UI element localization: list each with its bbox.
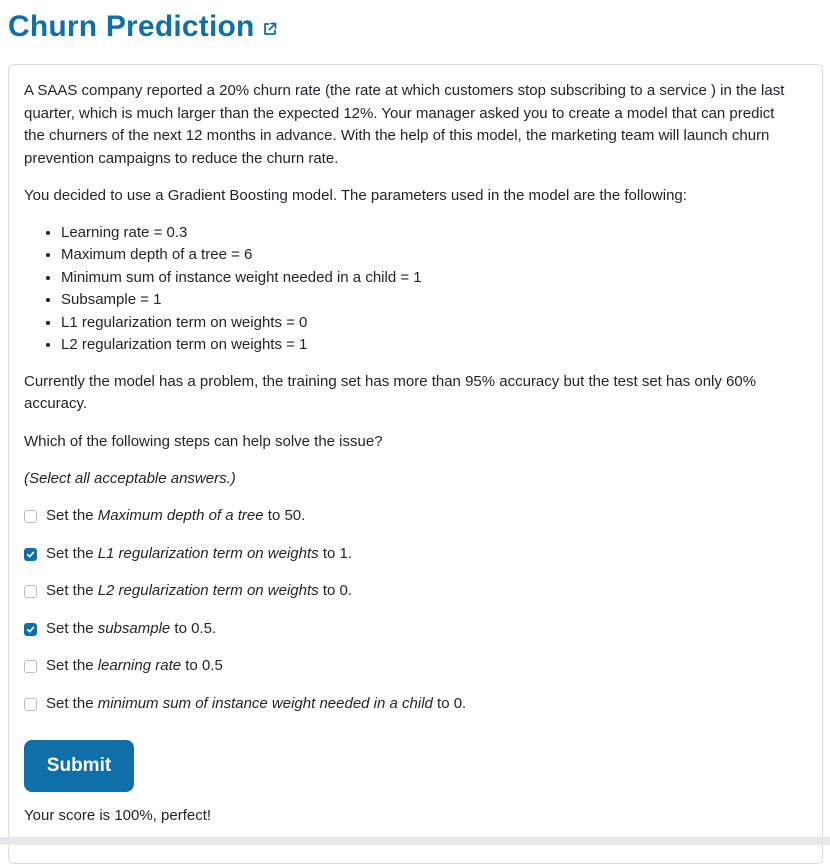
checkbox[interactable] — [24, 660, 37, 673]
model-description: You decided to use a Gradient Boosting m… — [24, 187, 687, 204]
checkbox-checked[interactable] — [24, 547, 37, 561]
checkbox[interactable] — [24, 510, 37, 523]
option-label: Set the subsample to 0.5. — [46, 619, 217, 637]
select-instruction: (Select all acceptable answers.) — [24, 470, 236, 487]
option-label: Set the learning rate to 0.5 — [46, 657, 223, 675]
option-label: Set the Maximum depth of a tree to 50. — [46, 507, 306, 525]
param-item: Learning rate = 0.3 — [61, 222, 794, 245]
score-message: Your score is 100%, perfect! — [24, 807, 212, 824]
page-header: Churn Prediction — [8, 10, 278, 44]
answer-option[interactable]: Set the subsample to 0.5. — [24, 618, 794, 640]
checkbox[interactable] — [24, 697, 37, 711]
param-item: L1 regularization term on weights = 0 — [61, 312, 794, 335]
checkbox[interactable] — [24, 585, 37, 598]
checkmark-icon — [26, 626, 35, 632]
param-item: Maximum depth of a tree = 6 — [61, 244, 794, 267]
answer-option[interactable]: Set the Maximum depth of a tree to 50. — [24, 506, 794, 528]
external-link-icon[interactable] — [262, 21, 278, 37]
answer-option[interactable]: Set the minimum sum of instance weight n… — [24, 693, 794, 715]
checkbox-checked[interactable] — [24, 622, 37, 636]
answer-options: Set the Maximum depth of a tree to 50. S… — [24, 506, 794, 716]
param-item: L2 regularization term on weights = 1 — [61, 334, 794, 357]
page-title: Churn Prediction — [8, 10, 255, 43]
option-label: Set the L1 regularization term on weight… — [46, 544, 353, 562]
param-item: Subsample = 1 — [61, 289, 794, 312]
question-body: A SAAS company reported a 20% churn rate… — [24, 80, 794, 731]
answer-option[interactable]: Set the L1 regularization term on weight… — [24, 543, 794, 565]
submit-button[interactable]: Submit — [24, 740, 134, 792]
option-label: Set the minimum sum of instance weight n… — [46, 694, 467, 712]
param-item: Minimum sum of instance weight needed in… — [61, 267, 794, 290]
checkmark-icon — [26, 551, 35, 557]
horizontal-scrollbar[interactable] — [0, 837, 830, 845]
answer-option[interactable]: Set the learning rate to 0.5 — [24, 656, 794, 678]
answer-option[interactable]: Set the L2 regularization term on weight… — [24, 581, 794, 603]
param-list: Learning rate = 0.3 Maximum depth of a t… — [24, 222, 794, 357]
problem-statement: Currently the model has a problem, the t… — [24, 372, 757, 413]
question-intro: A SAAS company reported a 20% churn rate… — [24, 82, 785, 167]
option-label: Set the L2 regularization term on weight… — [46, 582, 353, 600]
question-prompt: Which of the following steps can help so… — [24, 432, 383, 450]
